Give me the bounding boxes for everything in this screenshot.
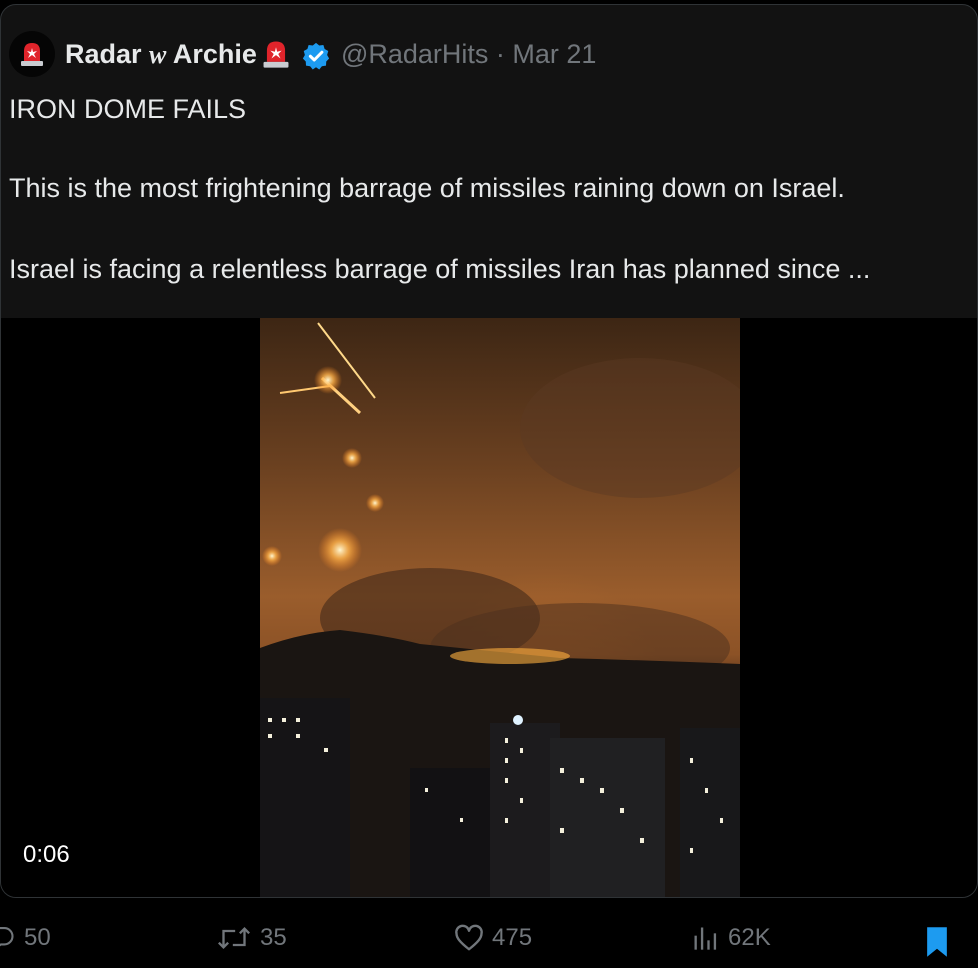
repost-icon — [218, 927, 250, 949]
tweet-text-line-2: This is the most frightening barrage of … — [9, 173, 845, 203]
like-button[interactable]: 475 — [454, 924, 532, 952]
video-still-image — [260, 322, 740, 897]
bookmark-icon — [927, 927, 947, 957]
tweet-text-line-3: Israel is facing a relentless barrage of… — [9, 254, 871, 284]
views-chart-icon — [694, 927, 717, 950]
heart-icon — [455, 924, 483, 951]
tweet-text-line-1: IRON DOME FAILS — [9, 94, 247, 124]
tweet-header: Radar w Archie @RadarHits · Mar 21 — [9, 29, 596, 79]
author-name-last: Archie — [172, 38, 257, 69]
reply-count: 50 — [24, 924, 51, 951]
repost-count: 35 — [260, 924, 287, 951]
siren-icon — [21, 43, 43, 66]
action-bar: 50 35 475 62K — [0, 920, 978, 968]
video-player[interactable]: 0:06 — [1, 318, 977, 897]
like-count: 475 — [492, 924, 533, 951]
author-name-first: Radar — [65, 38, 142, 69]
verified-badge-icon[interactable] — [301, 41, 331, 71]
video-frame[interactable] — [260, 318, 740, 897]
siren-icon — [263, 41, 289, 68]
handle-and-date[interactable]: @RadarHits · Mar 21 — [341, 39, 596, 70]
views-button[interactable]: 62K — [690, 924, 771, 952]
avatar[interactable] — [9, 31, 55, 77]
bookmark-button[interactable] — [924, 926, 958, 958]
views-count: 62K — [728, 924, 771, 951]
author-name[interactable]: Radar w Archie — [65, 39, 257, 70]
reply-button[interactable]: 50 — [0, 924, 51, 952]
reply-icon — [0, 927, 14, 947]
video-duration: 0:06 — [23, 841, 70, 868]
tweet-card[interactable]: Radar w Archie @RadarHits · Mar 21 IRON … — [0, 4, 978, 898]
author-name-middle: w — [149, 39, 167, 69]
repost-button[interactable]: 35 — [216, 924, 287, 952]
